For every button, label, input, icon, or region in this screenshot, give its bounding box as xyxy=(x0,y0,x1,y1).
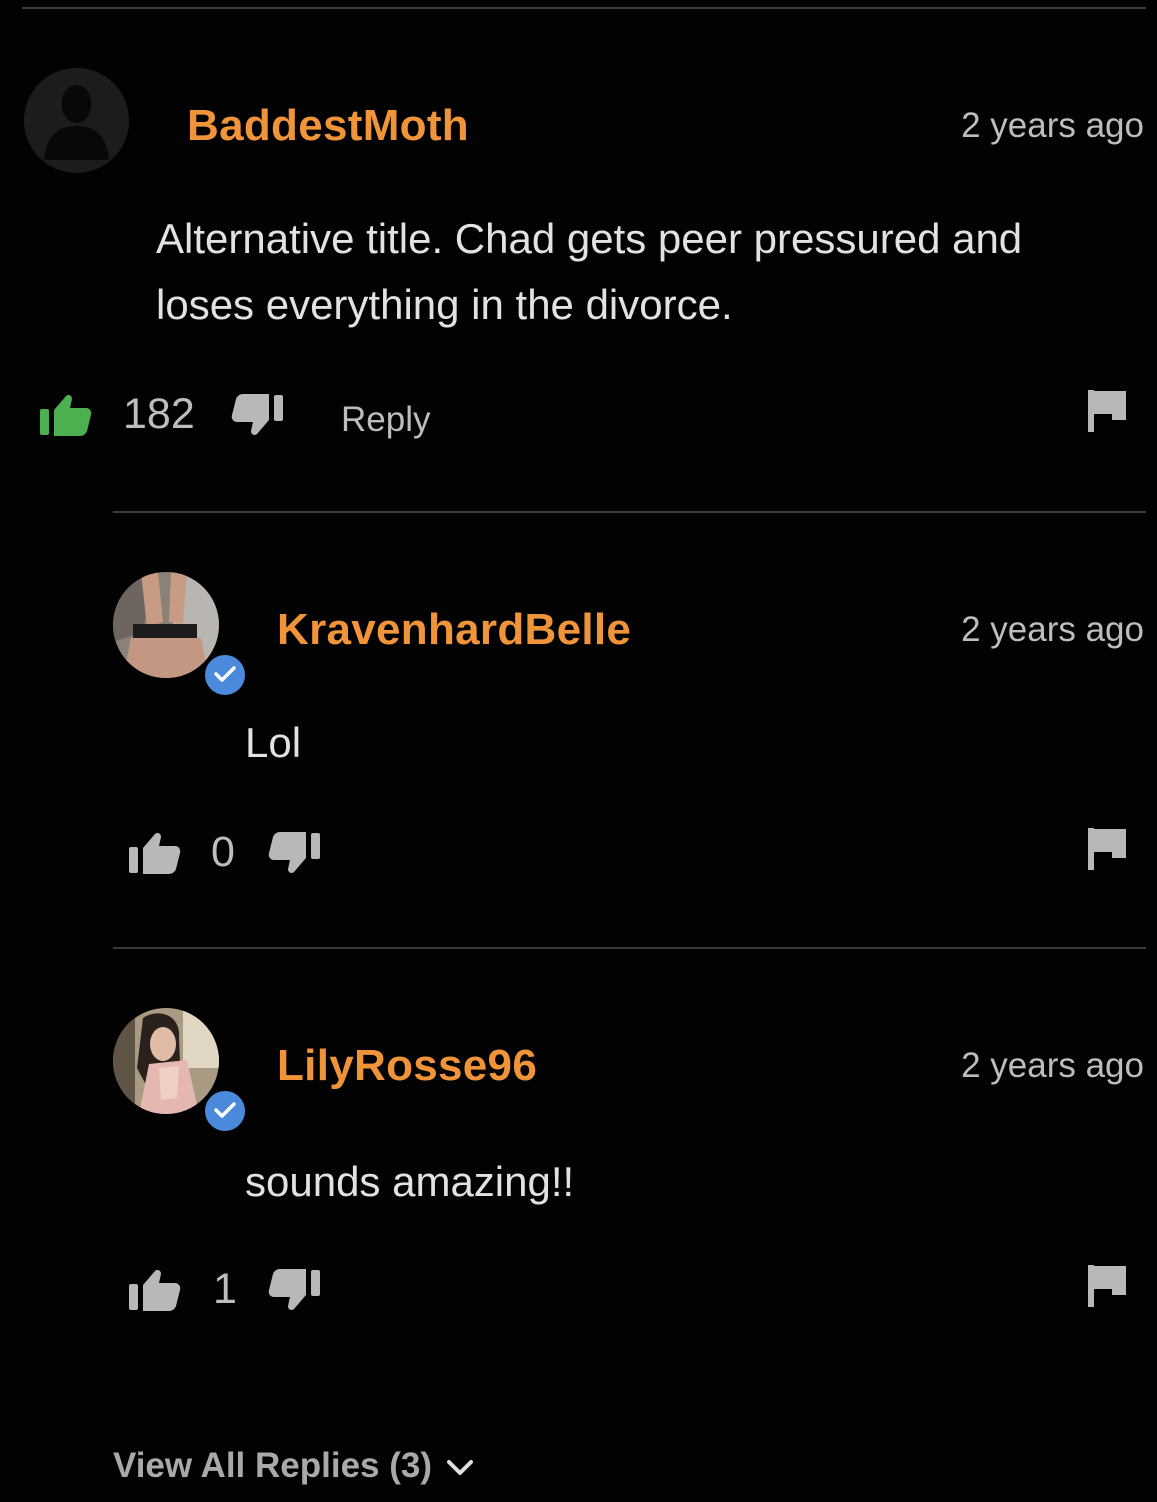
flag-icon xyxy=(1088,828,1126,870)
thumbs-down-icon xyxy=(268,832,320,873)
view-all-replies-label: View All Replies (3) xyxy=(113,1446,432,1485)
comment-text-line: loses everything in the divorce. xyxy=(156,281,733,328)
comment-text: Alternative title. Chad gets peer pressu… xyxy=(156,206,1022,338)
top-divider xyxy=(22,7,1146,9)
reply-button[interactable]: Reply xyxy=(341,402,430,437)
thumbs-up-icon xyxy=(129,833,181,874)
like-count: 182 xyxy=(123,390,195,438)
report-button[interactable] xyxy=(1088,1265,1128,1307)
comment-text: Lol xyxy=(245,719,302,766)
timestamp: 2 years ago xyxy=(961,1046,1144,1085)
reply-divider xyxy=(113,511,1146,513)
chevron-down-icon xyxy=(446,1448,474,1483)
report-button[interactable] xyxy=(1088,828,1128,870)
timestamp: 2 years ago xyxy=(961,610,1144,649)
user-photo xyxy=(113,572,219,678)
verified-badge-icon xyxy=(203,653,247,697)
like-count: 1 xyxy=(213,1265,237,1313)
view-all-replies-button[interactable]: View All Replies (3) xyxy=(113,1448,474,1483)
flag-icon xyxy=(1088,1265,1126,1307)
avatar[interactable] xyxy=(24,68,129,173)
report-button[interactable] xyxy=(1088,390,1128,432)
like-button[interactable] xyxy=(129,831,181,875)
user-silhouette-icon xyxy=(24,68,129,173)
username[interactable]: KravenhardBelle xyxy=(277,608,631,652)
dislike-button[interactable] xyxy=(268,831,320,875)
like-button[interactable] xyxy=(129,1268,181,1312)
thumbs-up-icon xyxy=(40,395,92,436)
thumbs-up-icon xyxy=(129,1270,181,1311)
timestamp: 2 years ago xyxy=(961,106,1144,145)
flag-icon xyxy=(1088,390,1126,432)
username[interactable]: BaddestMoth xyxy=(187,104,469,148)
dislike-button[interactable] xyxy=(268,1268,320,1312)
user-photo xyxy=(113,1008,219,1114)
avatar[interactable] xyxy=(113,572,219,678)
like-count: 0 xyxy=(211,828,235,876)
comment-text-line: Alternative title. Chad gets peer pressu… xyxy=(156,215,1023,262)
verified-badge-icon xyxy=(203,1089,247,1133)
reply-divider xyxy=(113,947,1146,949)
avatar[interactable] xyxy=(113,1008,219,1114)
thumbs-down-icon xyxy=(268,1269,320,1310)
username[interactable]: LilyRosse96 xyxy=(277,1044,537,1088)
like-button[interactable] xyxy=(40,393,92,437)
thumbs-down-icon xyxy=(231,394,283,435)
dislike-button[interactable] xyxy=(231,393,283,437)
comment-text: sounds amazing!! xyxy=(245,1158,575,1205)
